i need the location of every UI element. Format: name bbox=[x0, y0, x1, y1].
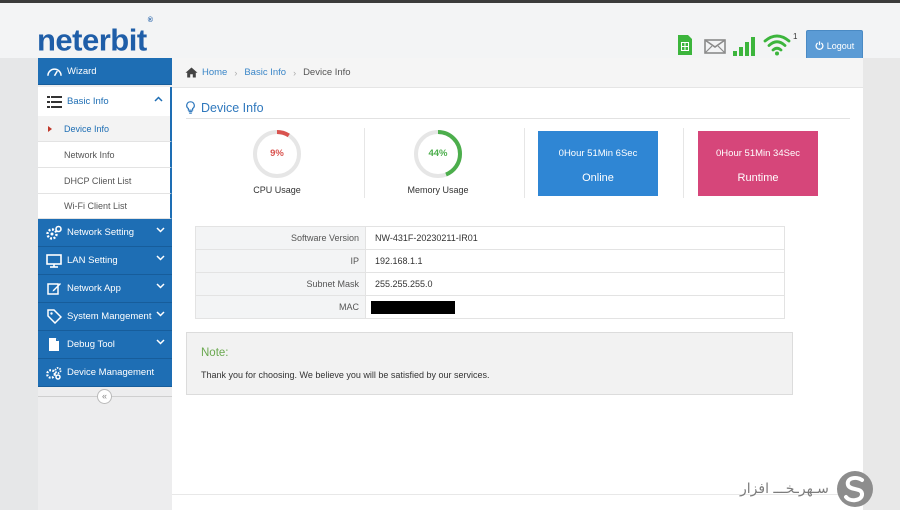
row-key: MAC bbox=[195, 295, 366, 319]
sidebar-item-label: Device Management bbox=[67, 367, 155, 378]
sidebar-item-network-app[interactable]: Network App bbox=[38, 275, 172, 303]
power-icon bbox=[815, 41, 824, 50]
row-value: NW-431F-20230211-IR01 bbox=[365, 226, 785, 250]
cpu-usage-stat: 9% CPU Usage bbox=[232, 128, 322, 198]
runtime-value: 0Hour 51Min 34Sec bbox=[716, 148, 800, 159]
file-icon bbox=[46, 337, 62, 353]
cogs-icon bbox=[46, 365, 62, 381]
online-time-value: 0Hour 51Min 6Sec bbox=[558, 148, 638, 159]
watermark-logo-icon bbox=[836, 471, 873, 507]
device-info-table: Software Version NW-431F-20230211-IR01 I… bbox=[195, 226, 785, 319]
chevron-down-icon bbox=[156, 311, 165, 317]
subitem-label: Wi-Fi Client List bbox=[64, 201, 128, 211]
note-box: Note: Thank you for choosing. We believe… bbox=[186, 332, 793, 395]
home-icon[interactable] bbox=[185, 67, 198, 78]
chevron-down-icon bbox=[156, 255, 165, 261]
chevron-up-icon bbox=[154, 96, 163, 102]
breadcrumb-current: Device Info bbox=[303, 67, 351, 78]
memory-usage-label: Memory Usage bbox=[407, 185, 469, 195]
sidebar: Wizard Basic Info Device Info Network In… bbox=[38, 58, 172, 510]
subitem-label: DHCP Client List bbox=[64, 175, 132, 186]
wifi-icon[interactable] bbox=[763, 32, 791, 56]
table-row: IP 192.168.1.1 bbox=[195, 249, 785, 273]
sidebar-item-label: System Mangement bbox=[67, 311, 152, 322]
mail-icon[interactable] bbox=[704, 39, 726, 54]
divider bbox=[364, 128, 365, 198]
subitem-label: Device Info bbox=[64, 123, 110, 134]
sidebar-subitem-device-info[interactable]: Device Info bbox=[38, 116, 172, 142]
active-arrow-icon bbox=[48, 126, 52, 132]
sidebar-item-lan-setting[interactable]: LAN Setting bbox=[38, 247, 172, 275]
brand-logo: neterbit® bbox=[37, 17, 153, 58]
table-row: Subnet Mask 255.255.255.0 bbox=[195, 272, 785, 296]
mac-redacted-block bbox=[371, 300, 455, 314]
runtime-tile: 0Hour 51Min 34Sec Runtime bbox=[698, 131, 818, 196]
breadcrumb-separator: › bbox=[293, 67, 297, 78]
watermark-text: سـهرـخـــ افزار bbox=[740, 481, 829, 497]
breadcrumb-home-link[interactable]: Home bbox=[202, 67, 227, 78]
memory-usage-stat: 44% Memory Usage bbox=[393, 128, 483, 198]
breadcrumb-separator: › bbox=[234, 67, 238, 78]
monitor-icon bbox=[46, 253, 62, 269]
chevron-down-icon bbox=[156, 227, 165, 233]
logout-button[interactable]: Logout bbox=[806, 30, 863, 61]
page-title-text: Device Info bbox=[201, 100, 264, 115]
online-time-tile: 0Hour 51Min 6Sec Online bbox=[538, 131, 658, 196]
row-value: 192.168.1.1 bbox=[365, 249, 785, 273]
sidebar-item-label: Debug Tool bbox=[67, 339, 115, 350]
sidebar-item-system-management[interactable]: System Mangement bbox=[38, 303, 172, 331]
collapse-sidebar-button[interactable]: « bbox=[97, 389, 112, 404]
note-text: Thank you for choosing. We believe you w… bbox=[201, 370, 490, 380]
chevron-down-icon bbox=[156, 339, 165, 345]
edit-icon bbox=[46, 281, 62, 297]
sidebar-item-basic-info[interactable]: Basic Info bbox=[38, 87, 172, 116]
sidebar-item-wizard[interactable]: Wizard bbox=[38, 58, 172, 85]
sidebar-collapse-row: « bbox=[38, 386, 172, 408]
row-key: Software Version bbox=[195, 226, 366, 250]
online-time-label: Online bbox=[582, 172, 614, 184]
logout-label: Logout bbox=[826, 40, 855, 51]
list-icon bbox=[46, 94, 62, 110]
row-value bbox=[365, 295, 785, 319]
right-gutter bbox=[863, 58, 900, 510]
top-header: neterbit® 1 Logout bbox=[0, 3, 900, 61]
cpu-usage-label: CPU Usage bbox=[253, 185, 301, 195]
gears-icon bbox=[46, 225, 62, 241]
sim-card-icon[interactable] bbox=[677, 34, 693, 56]
lightbulb-icon bbox=[186, 101, 195, 114]
row-key: IP bbox=[195, 249, 366, 273]
sidebar-item-label: Network App bbox=[67, 283, 121, 294]
subitem-label: Network Info bbox=[64, 149, 115, 160]
table-row: MAC bbox=[195, 295, 785, 319]
note-title: Note: bbox=[201, 347, 229, 359]
cellular-signal-icon bbox=[733, 37, 755, 56]
divider bbox=[683, 128, 684, 198]
sidebar-item-label: LAN Setting bbox=[67, 255, 118, 266]
sidebar-subitem-dhcp-client-list[interactable]: DHCP Client List bbox=[38, 168, 172, 194]
watermark: سـهرـخـــ افزار bbox=[740, 468, 875, 510]
row-value: 255.255.255.0 bbox=[365, 272, 785, 296]
tag-icon bbox=[46, 309, 62, 325]
gauge-icon bbox=[46, 63, 62, 79]
chevron-down-icon bbox=[156, 283, 165, 289]
page-title: Device Info bbox=[186, 97, 850, 119]
sidebar-subitem-wifi-client-list[interactable]: Wi-Fi Client List bbox=[38, 194, 172, 219]
divider bbox=[524, 128, 525, 198]
table-row: Software Version NW-431F-20230211-IR01 bbox=[195, 226, 785, 250]
sidebar-item-label: Basic Info bbox=[67, 96, 109, 107]
cpu-usage-value: 9% bbox=[270, 148, 284, 159]
row-key: Subnet Mask bbox=[195, 272, 366, 296]
sidebar-subitem-network-info[interactable]: Network Info bbox=[38, 142, 172, 168]
main-content: Home › Basic Info › Device Info Device I… bbox=[172, 58, 863, 510]
sidebar-item-network-setting[interactable]: Network Setting bbox=[38, 219, 172, 247]
sidebar-item-label: Wizard bbox=[67, 65, 97, 77]
sidebar-item-label: Network Setting bbox=[67, 227, 135, 238]
breadcrumb-basic-info-link[interactable]: Basic Info bbox=[244, 67, 286, 78]
sidebar-item-debug-tool[interactable]: Debug Tool bbox=[38, 331, 172, 359]
sidebar-item-device-management[interactable]: Device Management bbox=[38, 359, 172, 387]
breadcrumb: Home › Basic Info › Device Info bbox=[172, 58, 863, 88]
wifi-count: 1 bbox=[793, 32, 798, 41]
runtime-label: Runtime bbox=[737, 172, 779, 184]
memory-usage-value: 44% bbox=[428, 148, 448, 159]
